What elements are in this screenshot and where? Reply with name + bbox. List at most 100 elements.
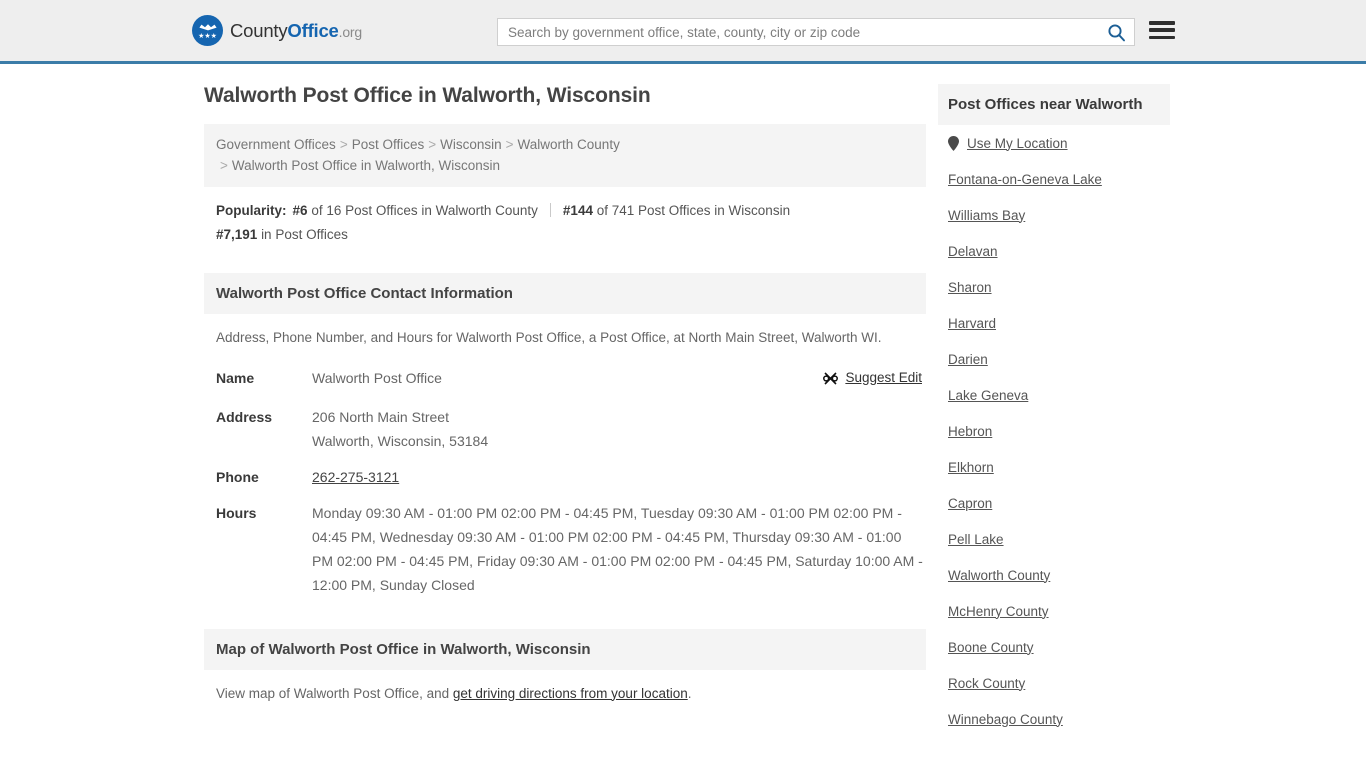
nearby-office-link[interactable]: Williams Bay (948, 208, 1025, 223)
list-item[interactable]: Rock County (938, 665, 1170, 701)
detail-label-phone: Phone (216, 468, 259, 485)
contact-section-description: Address, Phone Number, and Hours for Wal… (216, 330, 882, 345)
detail-value-address: 206 North Main Street Walworth, Wisconsi… (312, 399, 926, 459)
list-item[interactable]: Walworth County (938, 557, 1170, 593)
sidebar-heading: Post Offices near Walworth (938, 84, 1170, 125)
table-row: Hours Monday 09:30 AM - 01:00 PM 02:00 P… (204, 495, 926, 603)
popularity-rank-state-number: #144 (562, 203, 593, 218)
map-pin-icon (948, 135, 959, 151)
table-row: Phone 262-275-3121 (204, 459, 926, 495)
list-item[interactable]: Williams Bay (938, 197, 1170, 233)
map-note-prefix: View map of Walworth Post Office, and (216, 685, 453, 701)
detail-label-address: Address (216, 408, 273, 425)
nearby-office-link[interactable]: Winnebago County (948, 712, 1063, 727)
popularity-rank-county-number: #6 (292, 203, 308, 218)
breadcrumb: Government Offices > Post Offices > Wisconsi… (204, 124, 926, 187)
list-item[interactable]: Fontana-on-Geneva Lake (938, 161, 1170, 197)
popularity-rank-national-number: #7,191 (216, 227, 258, 242)
breadcrumb-separator: > (428, 137, 437, 152)
detail-label-name: Name (216, 370, 255, 386)
list-item[interactable]: Winnebago County (938, 701, 1170, 737)
list-item[interactable]: Lake Geneva (938, 377, 1170, 413)
logo-text-county: County (230, 19, 288, 41)
nearby-office-link[interactable]: Darien (948, 352, 988, 367)
site-header: ★★★ CountyOffice.org (0, 0, 1366, 64)
search-icon (1107, 23, 1125, 41)
nearby-office-link[interactable]: Capron (948, 496, 992, 511)
nearby-office-link[interactable]: Delavan (948, 244, 998, 259)
breadcrumb-separator: > (339, 137, 348, 152)
nearby-office-link[interactable]: Boone County (948, 640, 1034, 655)
hamburger-bar (1149, 21, 1175, 25)
nearby-offices-links: Fontana-on-Geneva Lake Williams Bay Delava… (938, 161, 1170, 737)
popularity-rank-national-text: in Post Offices (261, 227, 348, 242)
breadcrumb-item-current: Walworth Post Office in Walworth, Wiscon… (231, 158, 500, 173)
nearby-office-link[interactable]: Elkhorn (948, 460, 994, 475)
nearby-office-link[interactable]: Hebron (948, 424, 992, 439)
breadcrumb-separator: > (220, 158, 228, 173)
table-row: Name Walworth Post Office Suggest Edit (204, 360, 926, 399)
detail-value-name: Walworth Post Office (312, 370, 442, 386)
sidebar: Post Offices near Walworth Use My Locati… (938, 84, 1170, 737)
suggest-edit-label: Suggest Edit (845, 370, 922, 385)
search-button[interactable] (1098, 19, 1134, 45)
breadcrumb-item-government-offices[interactable]: Government Offices (216, 137, 336, 152)
nearby-office-link[interactable]: McHenry County (948, 604, 1049, 619)
list-item[interactable]: Harvard (938, 305, 1170, 341)
detail-value-hours: Monday 09:30 AM - 01:00 PM 02:00 PM - 04… (312, 504, 923, 593)
hamburger-menu-icon[interactable] (1149, 19, 1175, 41)
nearby-offices-list: Use My Location (938, 125, 1170, 161)
popularity-row: Popularity: #6 of 16 Post Offices in Walw… (204, 187, 926, 247)
search-bar (497, 18, 1135, 46)
nearby-office-link[interactable]: Lake Geneva (948, 388, 1028, 403)
breadcrumb-item-walworth-county[interactable]: Walworth County (518, 137, 620, 152)
eagle-seal-icon: ★★★ (192, 15, 223, 46)
phone-link[interactable]: 262-275-3121 (312, 469, 399, 485)
contact-details-table: Name Walworth Post Office Suggest Edit A… (204, 360, 926, 603)
list-item[interactable]: Hebron (938, 413, 1170, 449)
breadcrumb-item-wisconsin[interactable]: Wisconsin (440, 137, 502, 152)
list-item[interactable]: McHenry County (938, 593, 1170, 629)
table-row: Address 206 North Main Street Walworth, … (204, 399, 926, 459)
popularity-rank-county-text: of 16 Post Offices in Walworth County (311, 203, 538, 218)
list-item[interactable]: Elkhorn (938, 449, 1170, 485)
nearby-office-link[interactable]: Fontana-on-Geneva Lake (948, 172, 1102, 187)
nearby-office-link[interactable]: Pell Lake (948, 532, 1004, 547)
map-section-note: View map of Walworth Post Office, and ge… (204, 670, 926, 704)
list-item[interactable]: Boone County (938, 629, 1170, 665)
search-input[interactable] (498, 19, 1098, 45)
driving-directions-link[interactable]: get driving directions from your locatio… (453, 686, 688, 701)
logo-stars: ★★★ (198, 33, 217, 40)
address-line-1: 206 North Main Street (312, 408, 449, 425)
site-logo[interactable]: ★★★ CountyOffice.org (192, 15, 362, 46)
popularity-divider (549, 203, 551, 217)
list-item[interactable]: Sharon (938, 269, 1170, 305)
popularity-rank-state-text: of 741 Post Offices in Wisconsin (596, 203, 791, 218)
hamburger-bar (1149, 28, 1175, 32)
logo-wordmark: CountyOffice.org (230, 20, 362, 42)
logo-text-office: Office (287, 19, 339, 41)
popularity-label: Popularity: (216, 203, 287, 218)
map-section-heading: Map of Walworth Post Office in Walworth,… (204, 628, 926, 670)
suggest-edit-cell: Suggest Edit (796, 360, 926, 399)
address-line-2: Walworth, Wisconsin, 53184 (312, 432, 489, 449)
detail-label-hours: Hours (216, 504, 257, 521)
detail-value-phone: 262-275-3121 (312, 459, 926, 495)
hamburger-bar (1149, 35, 1175, 39)
map-note-suffix: . (687, 685, 692, 701)
list-item[interactable]: Capron (938, 485, 1170, 521)
list-item[interactable]: Darien (938, 341, 1170, 377)
nearby-office-link[interactable]: Sharon (948, 280, 992, 295)
logo-text-org: .org (338, 23, 363, 40)
breadcrumb-separator: > (505, 137, 514, 152)
nearby-office-link[interactable]: Walworth County (948, 568, 1050, 583)
breadcrumb-item-post-offices[interactable]: Post Offices (352, 137, 425, 152)
use-my-location-link[interactable]: Use My Location (967, 136, 1068, 151)
nearby-office-link[interactable]: Rock County (948, 676, 1025, 691)
sidebar-item-use-my-location[interactable]: Use My Location (938, 125, 1170, 161)
list-item[interactable]: Pell Lake (938, 521, 1170, 557)
suggest-edit-button[interactable]: Suggest Edit (823, 366, 922, 390)
nearby-office-link[interactable]: Harvard (948, 316, 996, 331)
edit-pen-icon (823, 371, 839, 385)
list-item[interactable]: Delavan (938, 233, 1170, 269)
